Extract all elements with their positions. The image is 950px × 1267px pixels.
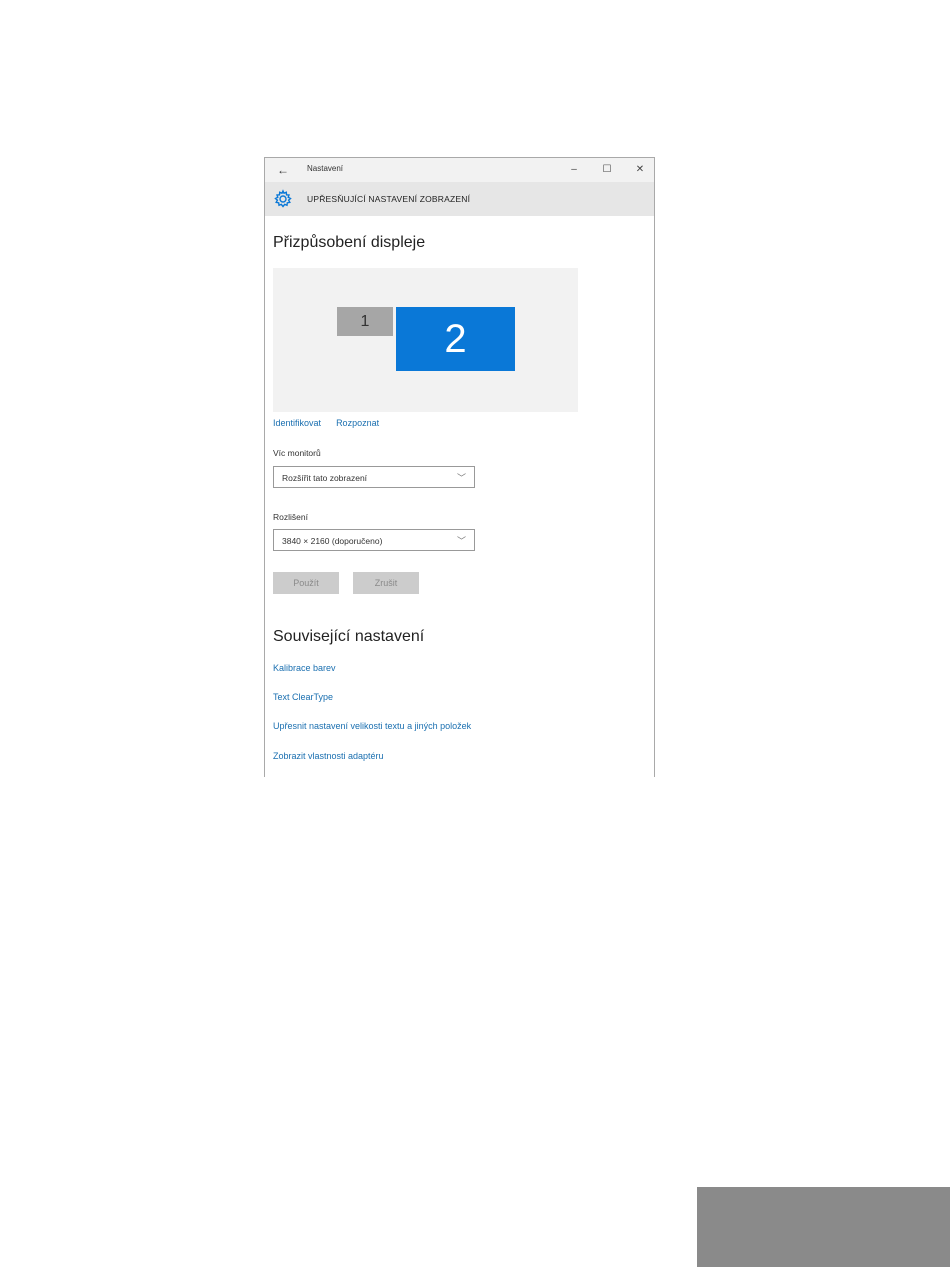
chevron-down-icon: ﹀ bbox=[456, 473, 466, 483]
page-corner-tab bbox=[697, 1187, 950, 1267]
detect-link[interactable]: Rozpoznat bbox=[336, 418, 379, 428]
cleartype-link[interactable]: Text ClearType bbox=[273, 692, 333, 702]
maximize-button[interactable]: ☐ bbox=[598, 161, 616, 179]
multi-monitor-select[interactable]: Rozšířit tato zobrazení ﹀ bbox=[273, 466, 475, 488]
title-bar: ← Nastavení – ☐ ✕ bbox=[265, 158, 654, 182]
cancel-button[interactable]: Zrušit bbox=[353, 572, 419, 594]
monitor-2[interactable]: 2 bbox=[396, 307, 515, 371]
color-calibration-link[interactable]: Kalibrace barev bbox=[273, 663, 336, 673]
window-title: Nastavení bbox=[307, 164, 344, 173]
back-arrow-icon[interactable]: ← bbox=[275, 162, 291, 178]
resolution-value: 3840 × 2160 (doporučeno) bbox=[282, 536, 383, 546]
text-size-link[interactable]: Upřesnit nastavení velikosti textu a jin… bbox=[273, 721, 471, 731]
adapter-properties-link[interactable]: Zobrazit vlastnosti adaptéru bbox=[273, 751, 384, 761]
page-header: UPŘESŇUJÍCÍ NASTAVENÍ ZOBRAZENÍ bbox=[265, 182, 654, 216]
identify-link[interactable]: Identifikovat bbox=[273, 418, 321, 428]
resolution-label: Rozlišení bbox=[273, 512, 308, 522]
multi-monitor-label: Víc monitorů bbox=[273, 448, 321, 458]
page: ← Nastavení – ☐ ✕ UPŘESŇUJÍCÍ NASTAVENÍ … bbox=[0, 0, 950, 1267]
settings-window: ← Nastavení – ☐ ✕ UPŘESŇUJÍCÍ NASTAVENÍ … bbox=[264, 157, 655, 777]
minimize-button[interactable]: – bbox=[565, 161, 583, 179]
resolution-select[interactable]: 3840 × 2160 (doporučeno) ﹀ bbox=[273, 529, 475, 551]
gear-icon bbox=[274, 189, 292, 208]
monitor-arrangement: 1 2 bbox=[273, 268, 578, 412]
monitor-1[interactable]: 1 bbox=[337, 307, 393, 336]
display-links: Identifikovat Rozpoznat bbox=[273, 418, 379, 428]
multi-monitor-value: Rozšířit tato zobrazení bbox=[282, 473, 368, 483]
apply-button[interactable]: Použít bbox=[273, 572, 339, 594]
related-heading: Související nastavení bbox=[273, 628, 425, 645]
close-button[interactable]: ✕ bbox=[631, 161, 649, 179]
chevron-down-icon: ﹀ bbox=[456, 536, 466, 546]
page-title: UPŘESŇUJÍCÍ NASTAVENÍ ZOBRAZENÍ bbox=[307, 194, 471, 204]
display-heading: Přizpůsobení displeje bbox=[273, 234, 426, 251]
